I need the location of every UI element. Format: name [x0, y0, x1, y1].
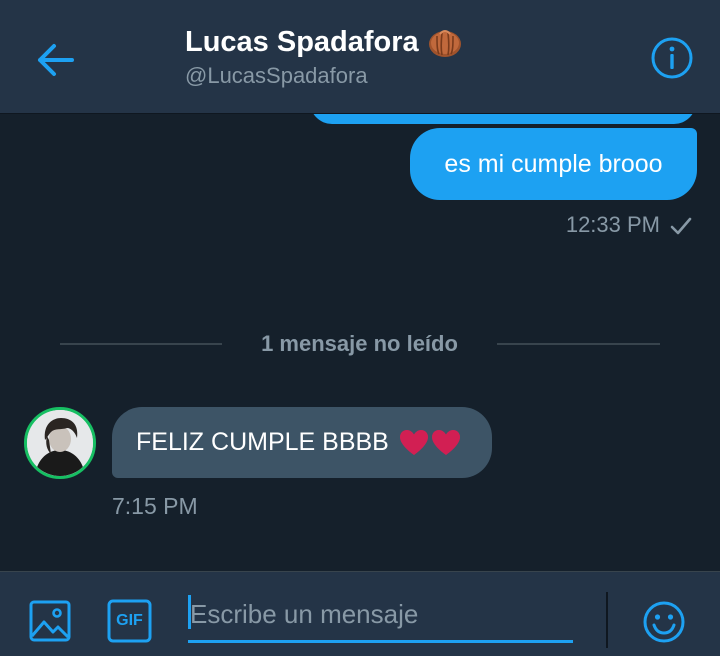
- checkmark-icon: [670, 217, 692, 235]
- gif-label: GIF: [116, 612, 143, 629]
- unread-divider-line-right: [497, 343, 660, 345]
- outgoing-message-bubble[interactable]: es mi cumple brooo: [410, 128, 697, 200]
- unread-divider-line-left: [60, 343, 222, 345]
- message-input[interactable]: [188, 589, 573, 643]
- back-button[interactable]: [36, 42, 76, 78]
- image-icon: [29, 600, 71, 642]
- add-gif-button[interactable]: GIF: [107, 599, 152, 643]
- composer-divider: [606, 592, 608, 648]
- incoming-message-time: 7:15 PM: [112, 493, 198, 519]
- unread-divider-label: 1 mensaje no leído: [261, 331, 458, 356]
- info-icon: [651, 37, 693, 79]
- previous-outgoing-bubble[interactable]: [310, 114, 696, 124]
- conversation-info-button[interactable]: [650, 36, 694, 80]
- peanut-emoji: [427, 24, 463, 60]
- outgoing-message-time: 12:33 PM: [565, 212, 660, 237]
- arrow-left-icon: [38, 44, 74, 76]
- conversation-title: Lucas Spadafora: [185, 22, 463, 62]
- smiley-icon: [643, 601, 685, 643]
- red-heart-emoji: [399, 429, 461, 457]
- contact-name: Lucas Spadafora: [185, 26, 419, 58]
- incoming-message-bubble[interactable]: FELIZ CUMPLE BBBB: [112, 407, 492, 478]
- contact-handle: @LucasSpadafora: [185, 63, 368, 88]
- emoji-button[interactable]: [642, 600, 686, 644]
- incoming-message-text: FELIZ CUMPLE BBBB: [136, 428, 389, 456]
- message-list[interactable]: es mi cumple brooo 12:33 PM 1 mensaje no…: [0, 114, 720, 571]
- add-image-button[interactable]: [29, 600, 71, 642]
- text-cursor: [188, 595, 191, 629]
- conversation-header: Lucas Spadafora @LucasSpadafora: [0, 0, 720, 114]
- conversation-title-block[interactable]: Lucas Spadafora @LucasSpadafora: [185, 22, 463, 90]
- avatar[interactable]: [24, 407, 96, 479]
- message-composer: GIF: [0, 571, 720, 656]
